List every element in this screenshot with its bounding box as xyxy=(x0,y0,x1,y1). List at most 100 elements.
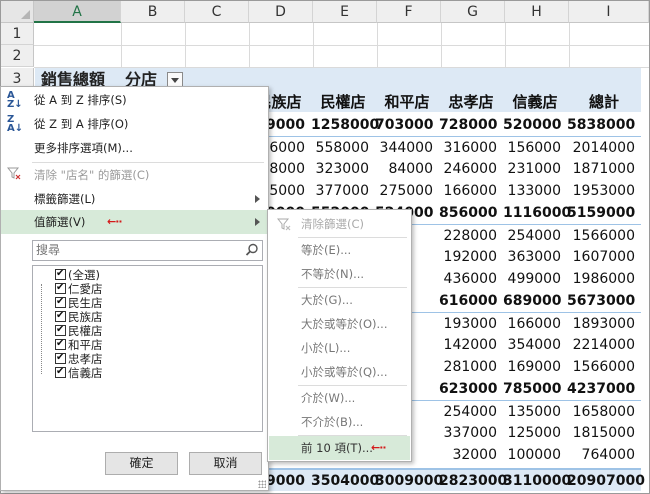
column-header-b[interactable]: B xyxy=(121,1,185,23)
gridline xyxy=(569,23,570,69)
list-item[interactable]: 民族店 xyxy=(55,309,103,324)
pivot-cell: 192000 xyxy=(443,249,497,265)
ok-button[interactable]: 確定 xyxy=(105,452,178,475)
column-header-h[interactable]: H xyxy=(505,1,569,23)
submenu-greater-than[interactable]: 大於(G)... xyxy=(269,288,410,312)
submenu-equals[interactable]: 等於(E)... xyxy=(269,238,410,262)
search-field[interactable] xyxy=(32,240,263,261)
pivot-row: 99000 3504000 3009000 2823000 3110000 2090700… xyxy=(247,468,645,491)
pivot-cell: 344000 xyxy=(379,140,433,156)
list-item-label: (全選) xyxy=(68,268,100,282)
pivot-cell: 1607000 xyxy=(572,249,635,265)
pivot-col-header: 忠孝店 xyxy=(448,93,494,111)
sort-z-to-a[interactable]: Z A↓ 從 Z 到 A 排序(O) xyxy=(1,112,268,136)
tree-line xyxy=(41,284,42,374)
pivot-cell: 169000 xyxy=(507,359,561,375)
pivot-cell: 689000 xyxy=(503,293,562,309)
checkbox-checked-icon[interactable] xyxy=(55,267,66,281)
pivot-cell: 1116000 xyxy=(503,205,572,221)
pivot-cell: 363000 xyxy=(507,249,561,265)
sort-a-to-z-label: 從 A 到 Z 排序(S) xyxy=(34,93,127,107)
pivot-cell: 231000 xyxy=(507,161,561,177)
pivot-cell: 3009000 xyxy=(375,473,444,489)
pivot-row: 79000 1258000 703000 728000 520000 5838000 xyxy=(247,114,641,137)
search-input[interactable] xyxy=(36,241,236,259)
pivot-cell: 856000 xyxy=(439,205,498,221)
column-header-g[interactable]: G xyxy=(441,1,505,23)
pivot-cell: 558000 xyxy=(315,140,369,156)
column-header-c[interactable]: C xyxy=(185,1,249,23)
pivot-col-header: 民權店 xyxy=(320,93,366,111)
submenu-top-10[interactable]: 前 10 項(T)... ←·· xyxy=(269,436,410,460)
more-sort-options[interactable]: 更多排序選項(M)... xyxy=(1,136,268,160)
sort-a-to-z[interactable]: A Z↓ 從 A 到 Z 排序(S) xyxy=(1,88,268,112)
submenu-between[interactable]: 介於(W)... xyxy=(269,386,410,410)
pivot-cell: 436000 xyxy=(443,271,497,287)
pivot-cell: 275000 xyxy=(379,183,433,199)
clear-filter-icon xyxy=(6,166,25,184)
checkbox-checked-icon[interactable] xyxy=(55,365,66,379)
checkbox-checked-icon[interactable] xyxy=(55,323,66,337)
list-item[interactable]: 忠孝店 xyxy=(55,351,103,366)
row-header-2[interactable]: 2 xyxy=(1,45,34,67)
pivot-cell: 764000 xyxy=(581,447,635,463)
pivot-cell: 133000 xyxy=(507,183,561,199)
pivot-cell: 5673000 xyxy=(567,293,636,309)
submenu-clear-label: 清除篩選(C) xyxy=(301,217,365,231)
pivot-cell: 520000 xyxy=(503,117,562,133)
column-header-e[interactable]: E xyxy=(313,1,377,23)
column-header-i[interactable]: I xyxy=(569,1,649,23)
column-header-d[interactable]: D xyxy=(249,1,313,23)
checkbox-checked-icon[interactable] xyxy=(55,309,66,323)
pivot-cell: 20907000 xyxy=(567,473,645,489)
list-item[interactable]: 民權店 xyxy=(55,323,103,338)
list-item[interactable]: 和平店 xyxy=(55,337,103,352)
list-item[interactable]: 信義店 xyxy=(55,365,103,380)
column-header-f[interactable]: F xyxy=(377,1,441,23)
pivot-cell: 100000 xyxy=(507,447,561,463)
resize-grip-icon[interactable] xyxy=(258,480,266,488)
submenu-not-equals[interactable]: 不等於(N)... xyxy=(269,262,410,286)
value-filter[interactable]: 值篩選(V) ←·· xyxy=(1,210,268,234)
select-all-corner[interactable] xyxy=(1,1,34,23)
pivot-cell: 5838000 xyxy=(567,117,636,133)
list-item[interactable]: 仁愛店 xyxy=(55,281,103,296)
checkbox-checked-icon[interactable] xyxy=(55,295,66,309)
list-item-label: 仁愛店 xyxy=(68,282,103,296)
pivot-cell: 125000 xyxy=(507,425,561,441)
checkbox-checked-icon[interactable] xyxy=(55,351,66,365)
label-filter[interactable]: 標籤篩選(L) xyxy=(1,187,268,211)
pivot-cell: 1815000 xyxy=(572,425,635,441)
sort-z-to-a-label: 從 Z 到 A 排序(O) xyxy=(34,117,129,131)
pivot-cell: 1566000 xyxy=(572,228,635,244)
list-item-label: 忠孝店 xyxy=(68,352,103,366)
list-item[interactable]: (全選) xyxy=(55,267,100,282)
submenu-clear-filter[interactable]: 清除篩選(C) xyxy=(269,212,410,236)
gridline xyxy=(121,23,122,69)
list-item[interactable]: 民生店 xyxy=(55,295,103,310)
column-header-a[interactable]: A xyxy=(34,1,121,23)
checkbox-checked-icon[interactable] xyxy=(55,281,66,295)
pivot-cell: 1658000 xyxy=(572,404,635,420)
pivot-cell: 499000 xyxy=(507,271,561,287)
pivot-cell: 623000 xyxy=(439,381,498,397)
pivot-col-header: 和平店 xyxy=(384,93,430,111)
pivot-cell: 354000 xyxy=(507,337,561,353)
submenu-less-than[interactable]: 小於(L)... xyxy=(269,336,410,360)
submenu-less-or-equal[interactable]: 小於或等於(Q)... xyxy=(269,360,410,384)
pivot-cell: 1986000 xyxy=(572,271,635,287)
list-item-label: 民族店 xyxy=(68,310,103,324)
pivot-cell: 323000 xyxy=(315,161,369,177)
submenu-not-between[interactable]: 不介於(B)... xyxy=(269,410,410,434)
clear-filter[interactable]: 清除 "店名" 的篩選(C) xyxy=(1,163,268,187)
cancel-button[interactable]: 取消 xyxy=(189,452,262,475)
pivot-cell: 228000 xyxy=(443,228,497,244)
submenu-arrow-icon xyxy=(255,218,260,226)
checkbox-checked-icon[interactable] xyxy=(55,337,66,351)
list-item-label: 民權店 xyxy=(68,324,103,338)
submenu-greater-or-equal[interactable]: 大於或等於(O)... xyxy=(269,312,410,336)
row-header-1[interactable]: 1 xyxy=(1,23,34,45)
pivot-cell: 2214000 xyxy=(572,337,635,353)
pivot-cell: 1893000 xyxy=(572,316,635,332)
pivot-cell: 2014000 xyxy=(572,140,635,156)
